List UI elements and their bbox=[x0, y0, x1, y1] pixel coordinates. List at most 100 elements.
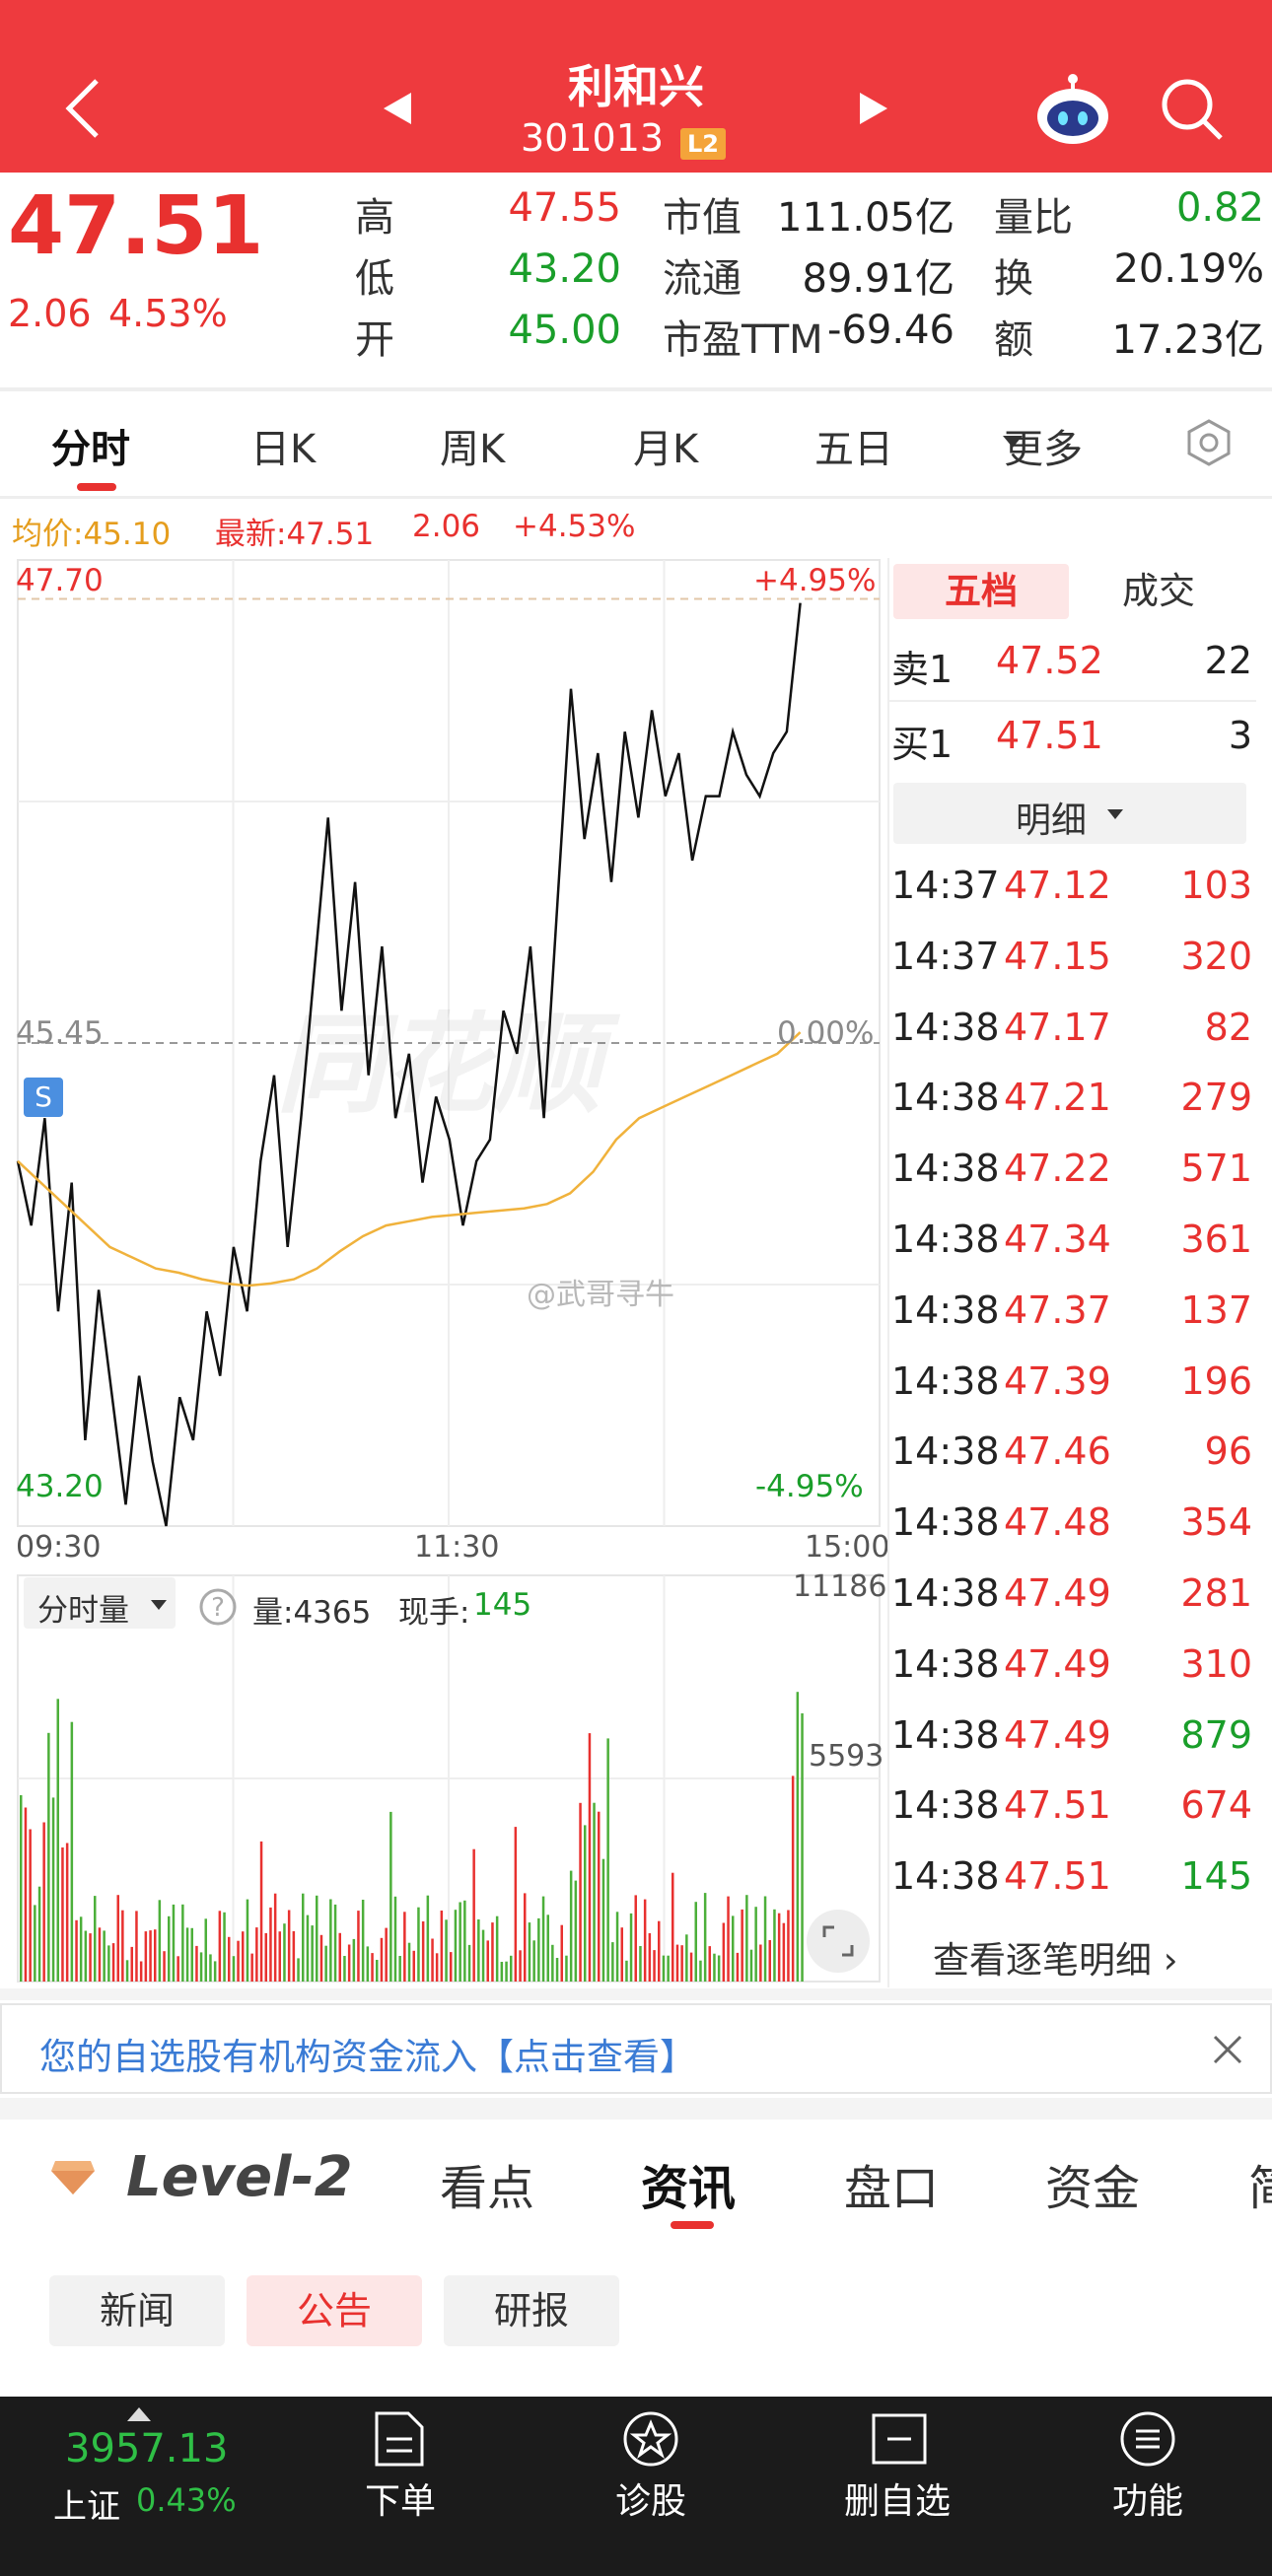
volume-bar bbox=[722, 1922, 726, 1982]
tab-brief[interactable]: 简 bbox=[1248, 2149, 1272, 2218]
volume-bar bbox=[560, 1924, 563, 1982]
volume-bar bbox=[777, 1913, 781, 1982]
settings-hexagon-icon[interactable] bbox=[1184, 418, 1234, 467]
latest-price-label: 最新:47.51 bbox=[215, 517, 375, 552]
nav-function-label[interactable]: 功能 bbox=[1059, 2472, 1237, 2524]
volume-chart[interactable] bbox=[0, 1569, 887, 1988]
subtab-news[interactable]: 新闻 bbox=[49, 2275, 225, 2346]
tick-time: 14:38 bbox=[891, 1147, 1000, 1191]
subtab-announcements[interactable]: 公告 bbox=[247, 2275, 422, 2346]
stat-value: 45.00 bbox=[508, 308, 621, 353]
robot-assistant-icon[interactable] bbox=[1033, 73, 1112, 148]
tab-funds[interactable]: 资金 bbox=[1045, 2149, 1140, 2218]
tab-2[interactable]: 周K bbox=[440, 417, 505, 474]
volume-bar bbox=[759, 1944, 762, 1982]
stat-label: 额 bbox=[994, 317, 1033, 363]
tick-price: 47.34 bbox=[1004, 1218, 1111, 1261]
volume-bar bbox=[713, 1953, 716, 1982]
nav-remove-watch-label[interactable]: 删自选 bbox=[809, 2472, 986, 2524]
next-stock-icon[interactable] bbox=[856, 91, 891, 126]
fullscreen-button[interactable] bbox=[807, 1910, 870, 1973]
sell1-volume: 22 bbox=[1204, 639, 1252, 682]
tab-3[interactable]: 月K bbox=[633, 417, 698, 474]
volume-bar bbox=[569, 1870, 573, 1982]
volume-bar bbox=[61, 1847, 64, 1982]
svg-text:?: ? bbox=[211, 1593, 225, 1623]
tab-highlights[interactable]: 看点 bbox=[440, 2149, 534, 2218]
volume-bar bbox=[287, 1910, 291, 1982]
volume-bar bbox=[519, 1950, 522, 1982]
volume-bar bbox=[426, 1895, 430, 1982]
tab-level2[interactable]: Level-2 bbox=[126, 2145, 353, 2209]
volume-bar bbox=[269, 1907, 272, 1982]
index-value[interactable]: 3957.13 bbox=[65, 2426, 228, 2472]
subtab-research[interactable]: 研报 bbox=[444, 2275, 619, 2346]
detail-selector[interactable]: 明细 bbox=[893, 783, 1246, 844]
volume-bar bbox=[472, 1848, 475, 1982]
tab-0[interactable]: 分时 bbox=[51, 417, 130, 474]
tick-volume: 310 bbox=[1180, 1641, 1252, 1686]
volume-bar bbox=[107, 1945, 110, 1982]
close-icon[interactable] bbox=[1213, 2035, 1242, 2064]
trade-tick-row: 14:38 47.46 96 bbox=[889, 1420, 1256, 1491]
time-tick: 11:30 bbox=[414, 1530, 500, 1565]
tab-five-level[interactable]: 五档 bbox=[893, 564, 1069, 619]
tab-news[interactable]: 资讯 bbox=[641, 2149, 736, 2218]
volume-bar bbox=[177, 1956, 179, 1982]
tick-volume: 137 bbox=[1180, 1288, 1252, 1332]
volume-bar bbox=[319, 1934, 323, 1982]
tick-price: 47.48 bbox=[1004, 1500, 1111, 1545]
trade-tick-row: 14:38 47.34 361 bbox=[889, 1208, 1256, 1279]
volume-bar bbox=[801, 1712, 804, 1982]
fund-flow-banner[interactable]: 您的自选股有机构资金流入【点击查看】 bbox=[0, 2003, 1272, 2094]
tick-time: 14:38 bbox=[891, 1571, 1000, 1615]
tick-price: 47.15 bbox=[1004, 934, 1111, 978]
volume-selector[interactable]: 分时量 bbox=[24, 1577, 176, 1629]
volume-bar bbox=[431, 1938, 434, 1982]
volume-bar bbox=[121, 1910, 124, 1982]
order-icon[interactable] bbox=[373, 2409, 426, 2469]
volume-amount: 量:4365 bbox=[252, 1595, 372, 1631]
volume-bar bbox=[403, 1912, 406, 1982]
tick-time: 14:38 bbox=[891, 1641, 1000, 1686]
nav-order-label[interactable]: 下单 bbox=[312, 2472, 489, 2524]
volume-bar bbox=[70, 1721, 74, 1982]
volume-bar bbox=[667, 1955, 670, 1982]
volume-bar bbox=[467, 1944, 471, 1982]
price-axis-top: 47.70 bbox=[16, 563, 104, 598]
stat-value: 17.23亿 bbox=[1111, 317, 1264, 363]
tick-volume: 145 bbox=[1180, 1854, 1252, 1899]
menu-icon[interactable] bbox=[1118, 2409, 1177, 2469]
tick-price: 47.49 bbox=[1004, 1712, 1111, 1757]
volume-bar bbox=[89, 1933, 92, 1982]
volume-bar bbox=[242, 1931, 245, 1982]
volume-bar bbox=[791, 1775, 795, 1982]
volume-bar bbox=[514, 1827, 518, 1982]
search-icon[interactable] bbox=[1160, 77, 1225, 142]
volume-bar bbox=[537, 1917, 540, 1982]
tab-1[interactable]: 日K bbox=[250, 417, 316, 474]
header-bar: 利和兴 301013 L2 bbox=[0, 0, 1272, 173]
brand-watermark: 同花顺 bbox=[276, 1002, 601, 1128]
remove-watch-icon[interactable] bbox=[870, 2411, 929, 2467]
volume-bar bbox=[398, 1956, 401, 1982]
tab-order-book[interactable]: 盘口 bbox=[844, 2149, 939, 2218]
tick-price: 47.37 bbox=[1004, 1288, 1111, 1332]
tick-volume: 196 bbox=[1180, 1358, 1252, 1403]
index-name: 上证 bbox=[53, 2487, 120, 2527]
volume-bar bbox=[546, 1915, 549, 1982]
diagnose-icon[interactable] bbox=[621, 2409, 680, 2469]
divider bbox=[0, 496, 1272, 499]
trade-tick-row: 14:38 47.48 354 bbox=[889, 1491, 1256, 1562]
volume-bar bbox=[574, 1880, 578, 1982]
tick-price: 47.22 bbox=[1004, 1147, 1111, 1191]
tab-4[interactable]: 五日 bbox=[814, 417, 893, 474]
dropdown-caret-icon[interactable] bbox=[1001, 434, 1025, 450]
volume-bar bbox=[297, 1958, 300, 1982]
tab-trades[interactable]: 成交 bbox=[1075, 564, 1242, 619]
view-all-ticks-link[interactable]: 查看逐笔明细 › bbox=[933, 1930, 1178, 1984]
nav-diagnose-label[interactable]: 诊股 bbox=[562, 2472, 740, 2524]
signal-s-marker[interactable]: S bbox=[24, 1078, 63, 1117]
trade-tick-row: 14:38 47.49 310 bbox=[889, 1633, 1256, 1704]
help-icon[interactable]: ? bbox=[198, 1587, 238, 1627]
